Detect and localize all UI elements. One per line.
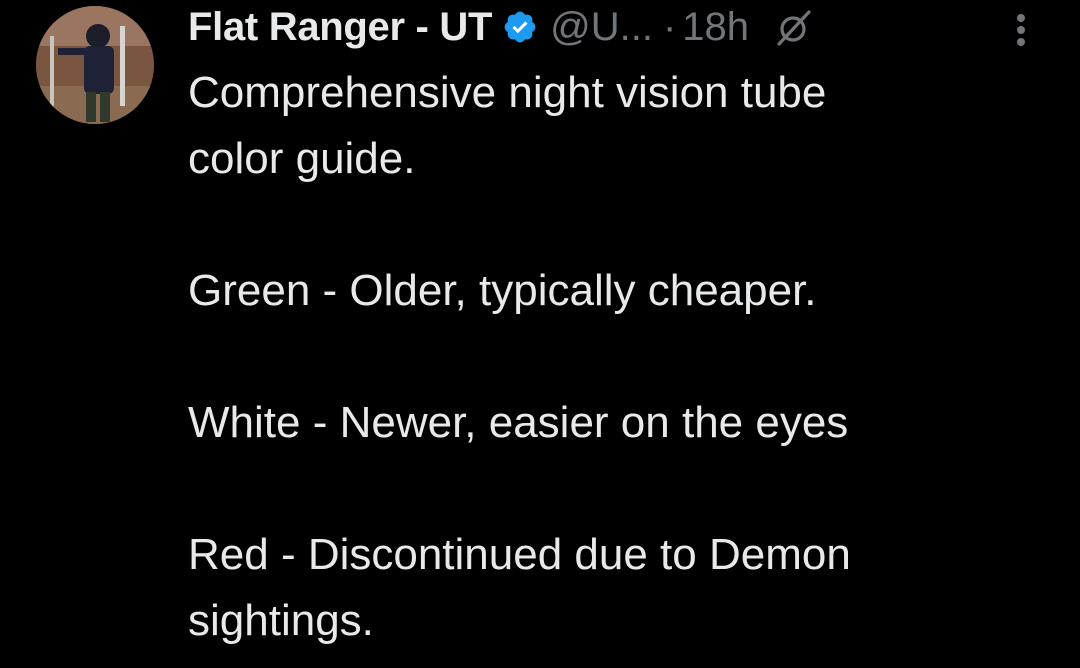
grok-slash-icon[interactable] <box>773 6 815 48</box>
more-options-icon[interactable] <box>1006 6 1036 54</box>
avatar-photo <box>36 6 154 124</box>
author-handle[interactable]: @U... <box>550 5 653 50</box>
avatar[interactable] <box>36 6 154 124</box>
tweet-header: Flat Ranger - UT @U... · 18h <box>188 0 815 54</box>
tweet-text: Comprehensive night vision tube color gu… <box>188 68 851 645</box>
timestamp[interactable]: 18h <box>682 5 749 50</box>
verified-badge-icon[interactable] <box>502 9 538 45</box>
tweet[interactable]: Flat Ranger - UT @U... · 18h Comprehensi… <box>0 0 1080 668</box>
separator-dot: · <box>662 4 677 49</box>
author-display-name[interactable]: Flat Ranger - UT <box>188 5 492 50</box>
